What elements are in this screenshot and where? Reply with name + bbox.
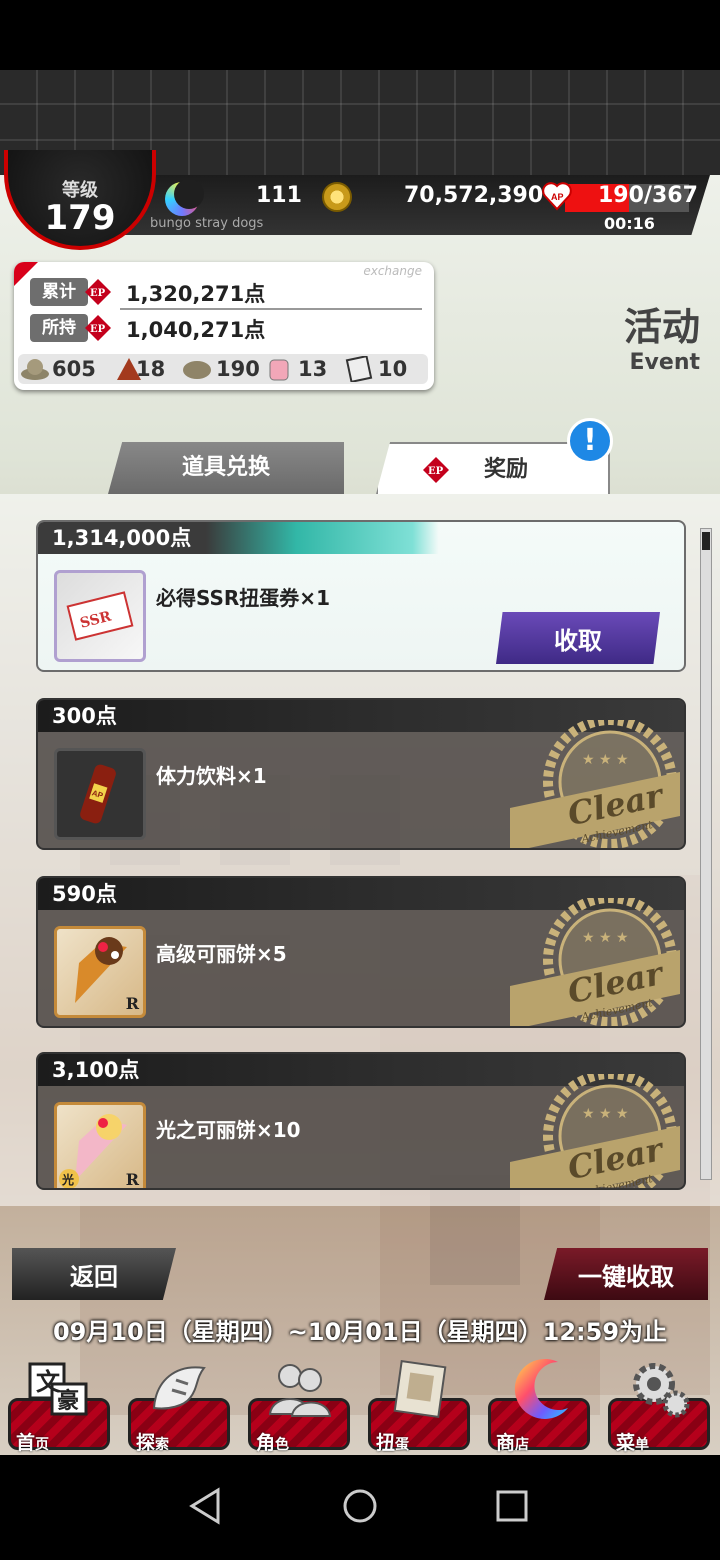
tab-item-exchange[interactable]: 道具兑换 <box>108 442 344 494</box>
svg-text:EP: EP <box>90 288 106 299</box>
claim-all-button[interactable]: 一键收取 <box>544 1248 708 1300</box>
claim-button[interactable]: 收取 <box>496 612 660 664</box>
alert-icon: ! <box>567 418 613 464</box>
tiger-icon <box>152 1366 206 1410</box>
ep-icon: EP <box>85 279 111 305</box>
reward-card: 590点 R 高级可丽饼×5 ★ ★ ★ Clear Achievement <box>36 876 686 1028</box>
nav-explore[interactable]: 探索 <box>126 1358 232 1454</box>
svg-text:光: 光 <box>61 1172 74 1187</box>
nav-shop[interactable]: 商店 <box>486 1358 592 1454</box>
beret-icon <box>183 361 211 379</box>
bottom-nav: 文 豪 首页 探索 角色 扭蛋 商店 菜单 <box>0 1352 720 1456</box>
gear-icon <box>633 1363 690 1418</box>
ap-timer: 00:16 <box>604 214 655 233</box>
nav-label: 菜单 <box>616 1432 650 1454</box>
event-period: 09月10日（星期四）~10月01日（星期四）12:59为止 <box>52 1318 668 1346</box>
nav-gacha[interactable]: 扭蛋 <box>366 1358 472 1454</box>
reward-card: 300点 AP 体力饮料×1 ★ ★ ★ Clear Achievement <box>36 698 686 850</box>
reward-item-icon: AP <box>54 748 146 840</box>
page-title: 活动 <box>623 305 700 349</box>
svg-text:EP: EP <box>90 324 106 335</box>
clear-stamp-icon: ★ ★ ★ Clear Achievement <box>510 898 680 1026</box>
inventory-count: 13 <box>298 357 328 381</box>
nav-characters[interactable]: 角色 <box>246 1358 352 1454</box>
page-subtitle: Event <box>629 350 700 375</box>
ticket-icon <box>345 356 373 382</box>
held-points-label: 所持 <box>30 314 88 342</box>
reward-item-name: 高级可丽饼×5 <box>156 942 287 966</box>
moon-shop-icon <box>514 1358 568 1419</box>
total-points-value: 1,320,271点 <box>126 282 266 306</box>
game-name: bungo stray dogs <box>150 216 264 231</box>
inventory-count: 10 <box>378 357 408 381</box>
spirit-count: 111 <box>256 183 302 208</box>
rarity-badge: R <box>125 1170 139 1189</box>
coin-icon <box>322 182 352 212</box>
home-circle-icon[interactable] <box>340 1486 380 1526</box>
nav-menu[interactable]: 菜单 <box>606 1358 712 1454</box>
energy-drink-icon: AP <box>80 764 116 824</box>
svg-text:★ ★ ★: ★ ★ ★ <box>582 752 629 768</box>
level-badge: 等级 179 <box>4 150 156 250</box>
inventory-count: 190 <box>216 357 260 381</box>
inventory-count: 18 <box>136 357 166 381</box>
reward-card: 1,314,000点 SSR 必得SSR扭蛋券×1 收取 <box>36 520 686 672</box>
ep-icon: EP <box>85 315 111 341</box>
reward-card: 3,100点 光 R 光之可丽饼×10 ★ ★ ★ Clear Achievem… <box>36 1052 686 1190</box>
exchange-watermark: exchange <box>363 264 422 278</box>
rarity-badge: R <box>125 994 139 1013</box>
held-points-value: 1,040,271点 <box>126 318 266 342</box>
ep-points-panel: exchange 累计 EP 1,320,271点 所持 EP 1,040,27… <box>14 262 434 390</box>
ap-text: AP <box>551 192 564 202</box>
bungo-logo-icon: 文 豪 <box>28 1362 88 1416</box>
inventory-count: 605 <box>52 357 96 381</box>
reward-item-name: 光之可丽饼×10 <box>156 1118 301 1142</box>
heart-icon: AP <box>542 182 572 211</box>
scrollbar[interactable] <box>700 528 712 1180</box>
scrollbar-thumb[interactable] <box>702 532 710 550</box>
level-value: 179 <box>44 198 116 238</box>
moon-icon <box>165 179 204 216</box>
clear-stamp-icon: ★ ★ ★ Clear Achievement <box>510 720 680 848</box>
gold-count: 70,572,390 <box>404 183 544 208</box>
clear-stamp-icon: ★ ★ ★ Clear Achievement <box>510 1074 680 1188</box>
system-nav-bar <box>0 1456 720 1560</box>
characters-icon <box>268 1364 332 1417</box>
recents-square-icon[interactable] <box>492 1486 532 1526</box>
ep-icon: EP <box>423 457 449 483</box>
nav-label: 商店 <box>496 1432 530 1454</box>
nav-home[interactable]: 文 豪 首页 <box>6 1358 112 1454</box>
ap-count: 190/367 <box>598 183 698 208</box>
nav-label: 首页 <box>16 1432 50 1454</box>
tab-rewards-label: 奖励 <box>484 457 529 482</box>
nav-label: 角色 <box>256 1432 290 1454</box>
back-triangle-icon[interactable] <box>186 1486 226 1526</box>
back-button[interactable]: 返回 <box>12 1248 176 1300</box>
reward-item-icon: SSR <box>54 570 146 662</box>
svg-text:豪: 豪 <box>57 1388 79 1414</box>
svg-text:EP: EP <box>428 466 444 477</box>
reward-item-icon: R <box>54 926 146 1018</box>
total-points-label: 累计 <box>30 278 88 306</box>
reward-item-icon: 光 R <box>54 1102 146 1189</box>
nav-label: 扭蛋 <box>376 1432 410 1454</box>
svg-text:★ ★ ★: ★ ★ ★ <box>582 1106 629 1122</box>
reward-item-name: 必得SSR扭蛋券×1 <box>156 586 330 610</box>
reward-points: 1,314,000点 <box>38 522 684 554</box>
reward-item-name: 体力饮料×1 <box>156 764 267 788</box>
svg-text:★ ★ ★: ★ ★ ★ <box>582 930 629 946</box>
nav-label: 探索 <box>136 1432 170 1454</box>
jar-icon <box>269 359 289 381</box>
hat-icon <box>21 359 49 380</box>
book-icon <box>393 1360 447 1418</box>
status-bar <box>0 0 720 70</box>
gacha-ticket-icon: SSR <box>66 591 134 641</box>
